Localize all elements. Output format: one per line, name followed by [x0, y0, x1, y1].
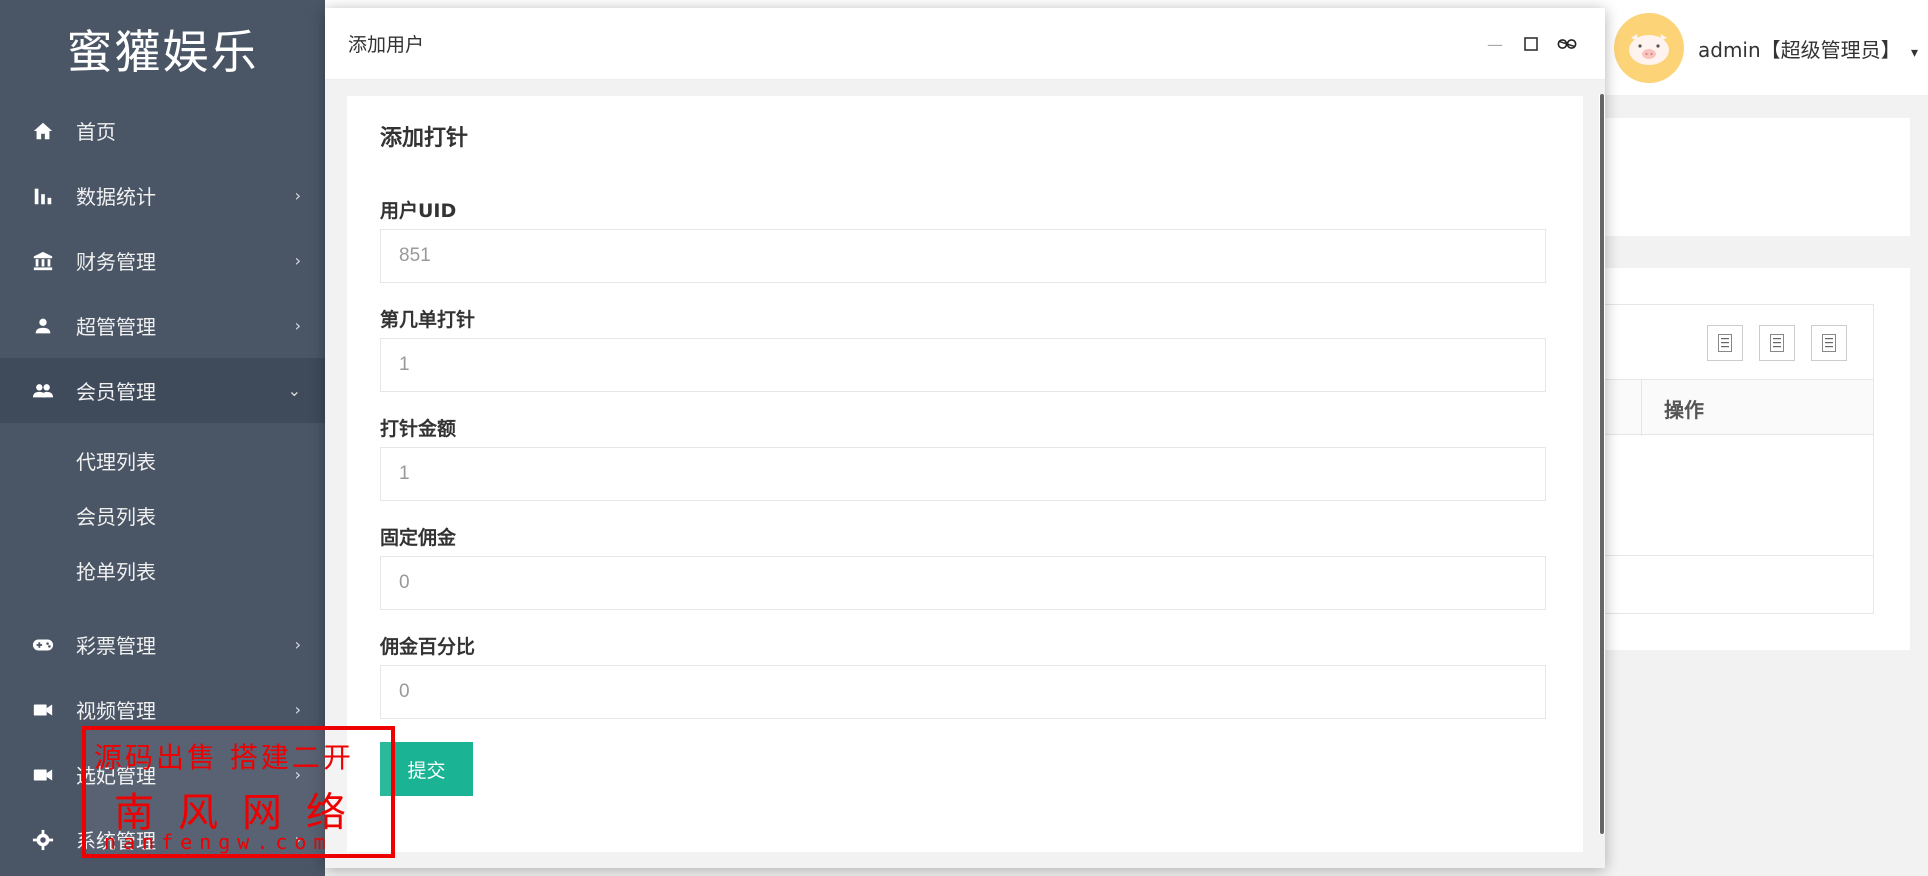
- members-submenu: 代理列表 会员列表 抢单列表: [0, 423, 325, 612]
- video-icon: [30, 697, 56, 723]
- table-print-icon[interactable]: [1811, 325, 1847, 361]
- brand-logo: 蜜獾娱乐: [66, 25, 259, 79]
- sidebar-item-statistics[interactable]: 数据统计 ›: [0, 163, 325, 228]
- table-row-divider: [1601, 555, 1873, 556]
- bank-icon: [30, 248, 56, 274]
- modal-header: 添加用户 —: [325, 8, 1605, 80]
- gamepad-icon: [30, 632, 56, 658]
- sidebar-item-label: 会员管理: [76, 380, 156, 404]
- fixed-commission-label: 固定佣金: [380, 527, 457, 549]
- background-card: [1600, 118, 1910, 236]
- chevron-right-icon: ›: [294, 186, 301, 205]
- sidebar-item-superadmin[interactable]: 超管管理 ›: [0, 293, 325, 358]
- sidebar-item-lottery[interactable]: 彩票管理 ›: [0, 612, 325, 677]
- sidebar-subitem-orders[interactable]: 抢单列表: [0, 543, 325, 598]
- sidebar-item-label: 财务管理: [76, 250, 156, 274]
- injection-amount-input[interactable]: [380, 447, 1546, 501]
- uid-label: 用户UID: [380, 200, 457, 222]
- pig-avatar-icon: [1629, 34, 1669, 65]
- gear-icon: [30, 827, 56, 853]
- video-icon: [30, 762, 56, 788]
- sidebar-item-label: 彩票管理: [76, 634, 156, 658]
- form-title: 添加打针: [380, 126, 469, 151]
- chevron-down-icon: ⌄: [287, 381, 301, 400]
- sidebar-item-home[interactable]: 首页: [0, 98, 325, 163]
- sidebar-item-label: 超管管理: [76, 315, 156, 339]
- close-button[interactable]: [1557, 34, 1577, 54]
- sidebar-subitem-members[interactable]: 会员列表: [0, 488, 325, 543]
- people-icon: [30, 378, 56, 404]
- user-name-label: admin【超级管理员】: [1698, 38, 1901, 62]
- watermark-line1: 源码出售 搭建二开: [94, 741, 354, 774]
- chevron-right-icon: ›: [294, 316, 301, 335]
- add-injection-form: 添加打针 用户UID 第几单打针 打针金额 固定佣金 佣金百分比 提交: [347, 96, 1583, 852]
- commission-percent-input[interactable]: [380, 665, 1546, 719]
- uid-input[interactable]: [380, 229, 1546, 283]
- user-menu[interactable]: admin【超级管理员】 ▾: [1698, 34, 1918, 63]
- sidebar-item-label: 首页: [76, 120, 116, 144]
- maximize-button[interactable]: [1521, 34, 1541, 54]
- table-export-icon[interactable]: [1759, 325, 1795, 361]
- minimize-button[interactable]: —: [1485, 34, 1505, 54]
- column-header-actions: 操作: [1641, 380, 1875, 436]
- sidebar-item-finance[interactable]: 财务管理 ›: [0, 228, 325, 293]
- close-icon: [1557, 39, 1577, 49]
- person-icon: [30, 313, 56, 339]
- order-number-label: 第几单打针: [380, 309, 476, 331]
- order-number-input[interactable]: [380, 338, 1546, 392]
- table-filter-icon[interactable]: [1707, 325, 1743, 361]
- home-icon: [30, 118, 56, 144]
- bar-chart-icon: [30, 183, 56, 209]
- maximize-icon: [1524, 37, 1538, 51]
- sidebar-item-members[interactable]: 会员管理 ⌄: [0, 358, 325, 423]
- commission-percent-label: 佣金百分比: [380, 636, 476, 658]
- sidebar-item-label: 视频管理: [76, 699, 156, 723]
- modal-title: 添加用户: [348, 34, 425, 56]
- caret-down-icon: ▾: [1911, 45, 1919, 61]
- sidebar-subitem-agents[interactable]: 代理列表: [0, 433, 325, 488]
- modal-body: 添加打针 用户UID 第几单打针 打针金额 固定佣金 佣金百分比 提交: [325, 80, 1605, 868]
- sidebar-item-label: 数据统计: [76, 185, 156, 209]
- scrollbar-thumb[interactable]: [1600, 94, 1604, 834]
- table-header-row: 操作: [1601, 379, 1875, 436]
- chevron-right-icon: ›: [294, 251, 301, 270]
- watermark-stamp: 源码出售 搭建二开 南风网络 nanfengw.com: [82, 726, 395, 858]
- chevron-right-icon: ›: [294, 700, 301, 719]
- fixed-commission-input[interactable]: [380, 556, 1546, 610]
- add-user-modal: 添加用户 — 添加打针 用户UID 第几单打针 打针金额 固定佣金 佣金百分比 …: [325, 8, 1605, 868]
- injection-amount-label: 打针金额: [380, 418, 457, 440]
- chevron-right-icon: ›: [294, 635, 301, 654]
- modal-scrollbar[interactable]: [1599, 94, 1605, 834]
- background-table: 操作: [1600, 304, 1874, 614]
- watermark-line3: nanfengw.com: [104, 830, 333, 854]
- avatar[interactable]: [1614, 13, 1684, 83]
